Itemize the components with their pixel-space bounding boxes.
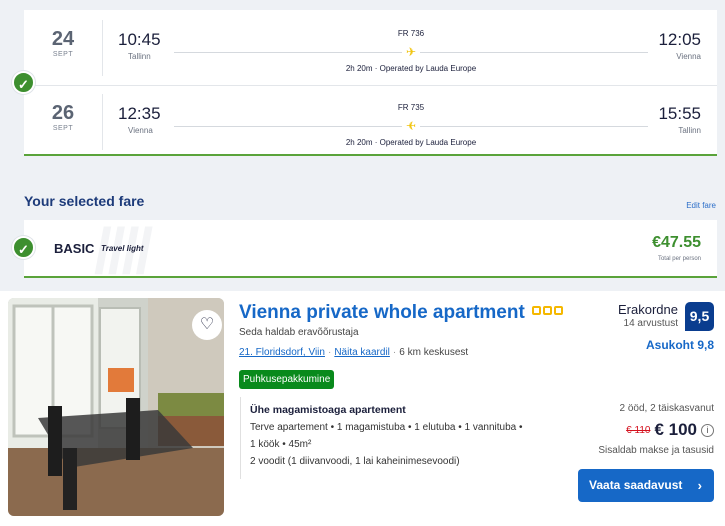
star-icon [532, 306, 541, 315]
see-availability-button[interactable]: Vaata saadavust › [578, 469, 714, 502]
flight-leg-return: 26 SEPT 12:35 Vienna FR 735 ✈ 2h 20m · O… [24, 88, 717, 158]
flight-duration: 2h 20m · Operated by Lauda Europe [345, 64, 477, 73]
fare-section-title: Your selected fare [24, 193, 145, 209]
departure-time: 10:45 [118, 30, 161, 49]
review-score-badge[interactable]: 9,5 [685, 302, 714, 331]
heart-icon[interactable]: ♡ [192, 310, 222, 340]
edit-fare-link[interactable]: Edit fare [686, 201, 716, 210]
stay-summary: 2 ööd, 2 täiskasvanut [619, 403, 714, 414]
room-details: 1 köök • 45m² [250, 439, 312, 450]
separator-dot: · [392, 347, 397, 358]
price-row: € 110 € 100 i [626, 420, 714, 440]
flight-day: 24 [51, 28, 75, 50]
fare-price-note: Total per person [657, 256, 701, 262]
info-icon[interactable]: i [701, 423, 714, 437]
show-on-map-link[interactable]: Näita kaardil [334, 347, 390, 358]
location-score: Asukoht 9,8 [645, 338, 714, 352]
fare-subtitle: Travel light [101, 244, 144, 253]
room-details: Terve apartement • 1 magamistuba • 1 elu… [250, 422, 523, 433]
departure-time: 12:35 [118, 104, 161, 123]
flight-day: 26 [51, 102, 75, 124]
distance-text: 6 km keskusest [399, 347, 469, 358]
review-count[interactable]: 14 arvustust [624, 318, 678, 329]
arrival-time: 15:55 [658, 104, 701, 123]
flight-route: FR 735 ✈ 2h 20m · Operated by Lauda Euro… [174, 98, 648, 148]
star-icon [554, 306, 563, 315]
hotel-card: ♡ Vienna private whole apartment Seda ha… [0, 291, 725, 526]
district-link[interactable]: 21. Floridsdorf, Viin [239, 347, 325, 358]
leg-divider [24, 85, 717, 86]
flight-number: FR 735 [397, 103, 425, 112]
flight-date: 26 SEPT [38, 102, 88, 132]
room-divider [240, 397, 241, 479]
arrival-city: Tallinn [678, 126, 701, 135]
bed-details: 2 voodit (1 diivanvoodi, 1 lai kaheinime… [250, 456, 460, 467]
divider [102, 94, 103, 150]
flight-duration: 2h 20m · Operated by Lauda Europe [345, 138, 477, 147]
departure-city: Vienna [128, 126, 153, 135]
deal-badge: Puhkusepakkumine [239, 370, 335, 389]
fare-card: //// BASIC Travel light €47.55 Total per… [24, 220, 717, 278]
flight-card: 24 SEPT 10:45 Tallinn FR 736 ✈ 2h 20m · … [24, 10, 717, 156]
flight-month: SEPT [52, 125, 74, 132]
arrival-city: Vienna [676, 52, 701, 61]
star-icon [543, 306, 552, 315]
arrival-time: 12:05 [658, 30, 701, 49]
departure-city: Tallinn [128, 52, 151, 61]
review-word[interactable]: Erakordne [618, 302, 678, 317]
hotel-location: 21. Floridsdorf, Viin · Näita kaardil · 6 km… [239, 347, 468, 358]
flight-number: FR 736 [397, 29, 425, 38]
plane-icon: ✈ [402, 44, 420, 60]
see-availability-label: Vaata saadavust [589, 478, 683, 492]
check-icon: ✓ [12, 71, 35, 94]
hotel-photo[interactable]: ♡ [8, 298, 224, 516]
flight-date: 24 SEPT [38, 28, 88, 58]
host-type: Seda haldab eravõõrustaja [239, 327, 359, 338]
fare-name: BASIC [54, 241, 95, 256]
old-price: € 110 [626, 424, 651, 436]
departure: 10:45 Tallinn [118, 30, 161, 61]
star-rating [532, 306, 563, 315]
arrival: 12:05 Vienna [658, 30, 701, 61]
departure: 12:35 Vienna [118, 104, 161, 135]
arrival: 15:55 Tallinn [658, 104, 701, 135]
check-icon: ✓ [12, 236, 35, 259]
chevron-right-icon: › [697, 478, 702, 493]
room-name: Ühe magamistoaga apartement [250, 404, 406, 416]
apartment-photo-image [8, 298, 224, 516]
separator-dot: · [327, 347, 332, 358]
flight-route: FR 736 ✈ 2h 20m · Operated by Lauda Euro… [174, 24, 648, 74]
current-price: € 100 [654, 420, 697, 439]
fare-price: €47.55 [652, 234, 701, 251]
hotel-title[interactable]: Vienna private whole apartment [239, 302, 525, 324]
flight-month: SEPT [52, 51, 74, 58]
taxes-note: Sisaldab makse ja tasusid [598, 445, 714, 456]
divider [102, 20, 103, 76]
flight-leg-outbound: 24 SEPT 10:45 Tallinn FR 736 ✈ 2h 20m · … [24, 14, 717, 84]
plane-icon: ✈ [402, 118, 420, 134]
